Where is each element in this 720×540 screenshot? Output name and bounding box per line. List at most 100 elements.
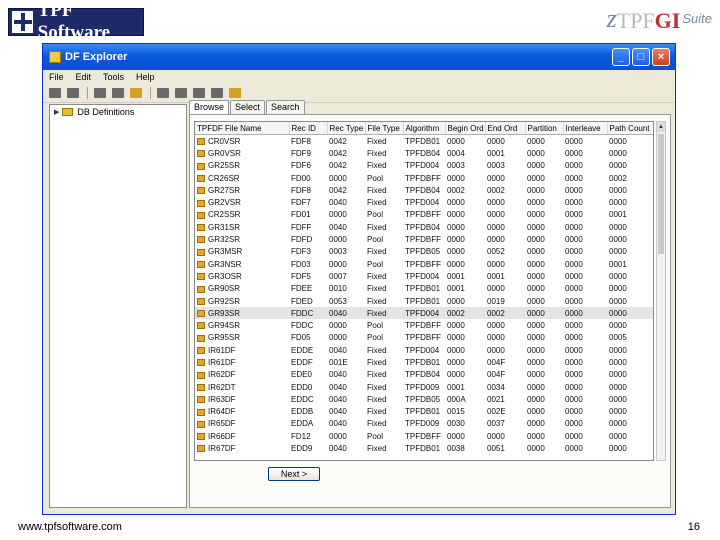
- table-cell: 0000: [565, 148, 583, 158]
- table-row[interactable]: GR25SR FDF6 0042 Fixed TPFD004 0003 0003 0000 00…: [195, 160, 653, 172]
- table-row[interactable]: GR32SR FDFD 0000 Pool TPFDBFF 0000 0000 0000 000…: [195, 233, 653, 245]
- table-cell: TPFDB04: [405, 185, 441, 195]
- cut-icon[interactable]: [112, 88, 124, 98]
- export-icon[interactable]: [157, 88, 169, 98]
- table-cell: 0000: [609, 148, 627, 158]
- table-row[interactable]: IR67DF EDD9 0040 Fixed TPFDB01 0038 0051 0000 00…: [195, 442, 653, 454]
- file-icon: [197, 396, 205, 404]
- table-cell: 0042: [329, 185, 347, 195]
- copy-icon[interactable]: [130, 88, 142, 98]
- col-begin-ord[interactable]: Begin Ord: [445, 122, 486, 135]
- tree-item-db-definitions[interactable]: ▶ DB Definitions: [50, 105, 186, 119]
- table-row[interactable]: IR63DF EDDC 0040 Fixed TPFDB05 000A 0021 0000 00…: [195, 393, 653, 405]
- scroll-thumb[interactable]: [658, 134, 664, 254]
- scroll-up-icon[interactable]: ▲: [657, 122, 665, 132]
- file-name-text: CR26SR: [208, 173, 240, 183]
- table-cell: Fixed: [367, 222, 387, 232]
- refresh-icon[interactable]: [193, 88, 205, 98]
- table-cell: FDDC: [289, 307, 327, 320]
- table-row[interactable]: IR61DF EDDF 001E Fixed TPFDB01 0000 004F 0000 00…: [195, 356, 653, 368]
- menu-edit[interactable]: Edit: [76, 72, 92, 82]
- table-cell: EDDE: [291, 345, 314, 355]
- table-cell: TPFDB01: [405, 284, 441, 294]
- play-icon[interactable]: [49, 88, 61, 98]
- col-path-count[interactable]: Path Count: [607, 122, 653, 135]
- file-name-text: GR0VSR: [208, 148, 241, 158]
- table-cell: 0000: [527, 382, 545, 392]
- table-cell: 0040: [329, 222, 347, 232]
- table-cell: 0040: [329, 444, 347, 454]
- tab-search[interactable]: Search: [266, 100, 305, 114]
- table-row[interactable]: CR2SSR FD01 0000 Pool TPFDBFF 0000 0000 0000 000…: [195, 209, 653, 221]
- table-row[interactable]: CR26SR FD00 0000 Pool TPFDBFF 0000 0000 0000 000…: [195, 172, 653, 184]
- table-cell: 0000: [527, 198, 545, 208]
- logo-left-text: TPF Software: [37, 0, 111, 43]
- table-row[interactable]: GR93SR FDDC 0040 Fixed TPFD004 0002 0002 0000 00…: [195, 307, 653, 320]
- vertical-scrollbar[interactable]: ▲: [656, 121, 666, 461]
- table-row[interactable]: GR3MSR FDF3 0003 Fixed TPFDB05 0000 0052 0000 00…: [195, 246, 653, 258]
- table-row[interactable]: GR3OSR FDF5 0007 Fixed TPFD004 0001 0001 0000 00…: [195, 270, 653, 282]
- table-row[interactable]: GR95SR FD05 0000 Pool TPFDBFF 0000 0000 0000 000…: [195, 332, 653, 344]
- table-row[interactable]: GR2VSR FDF7 0040 Fixed TPFD004 0000 0000 0000 00…: [195, 196, 653, 208]
- table-cell: Pool: [367, 173, 384, 183]
- table-row[interactable]: GR27SR FDF8 0042 Fixed TPFDB04 0002 0002 0000 00…: [195, 184, 653, 196]
- file-name-text: IR67DF: [208, 444, 236, 454]
- table-cell: 0000: [609, 382, 627, 392]
- table-row[interactable]: IR66DF FD12 0000 Pool TPFDBFF 0000 0000 0000 000…: [195, 430, 653, 442]
- table-row[interactable]: GR3NSR FD03 0000 Pool TPFDBFF 0000 0000 0000 000…: [195, 258, 653, 270]
- table-row[interactable]: IR64DF EDDB 0040 Fixed TPFDB01 0015 002E 0000 00…: [195, 406, 653, 418]
- table-cell: TPFDBFF: [405, 333, 441, 343]
- col-partition[interactable]: Partition: [525, 122, 564, 135]
- table-cell: 0000: [447, 345, 465, 355]
- table-cell: 0002: [445, 307, 485, 320]
- table-row[interactable]: GR90SR FDEE 0010 Fixed TPFDB01 0001 0000 0000 00…: [195, 283, 653, 295]
- close-button[interactable]: ×: [652, 48, 670, 66]
- table-row[interactable]: IR62DF EDE0 0040 Fixed TPFDB04 0000 004F 0000 00…: [195, 369, 653, 381]
- col-end-ord[interactable]: End Ord: [485, 122, 526, 135]
- file-name-cell: GR92SR: [195, 295, 289, 307]
- maximize-button[interactable]: □: [632, 48, 650, 66]
- find-icon[interactable]: [94, 88, 106, 98]
- paste-icon[interactable]: [211, 88, 223, 98]
- table-row[interactable]: GR92SR FDED 0053 Fixed TPFDB01 0000 0019 0000 00…: [195, 295, 653, 307]
- table-row[interactable]: GR94SR FDDC 0000 Pool TPFDBFF 0000 0000 0000 000…: [195, 319, 653, 331]
- file-icon: [197, 261, 205, 268]
- table-row[interactable]: IR61DF EDDE 0040 Fixed TPFD004 0000 0000 0000 00…: [195, 344, 653, 356]
- col-file-name[interactable]: TPFDF File Name: [195, 122, 290, 135]
- toolbar-separator: [150, 87, 151, 99]
- table-row[interactable]: CR0VSR FDF8 0042 Fixed TPFDB01 0000 0000 0000 00…: [195, 135, 653, 148]
- col-rec-id[interactable]: Rec ID: [289, 122, 328, 135]
- table-cell: TPFD009: [405, 419, 440, 429]
- col-algorithm[interactable]: Algorithm: [403, 122, 446, 135]
- title-bar[interactable]: DF Explorer _ □ ×: [43, 44, 675, 70]
- minimize-button[interactable]: _: [612, 48, 630, 66]
- table-cell: 0000: [609, 161, 627, 171]
- table-cell: 0000: [487, 321, 505, 331]
- pause-icon[interactable]: [67, 88, 79, 98]
- delete-icon[interactable]: [175, 88, 187, 98]
- menu-file[interactable]: File: [49, 72, 64, 82]
- col-file-type[interactable]: File Type: [365, 122, 404, 135]
- table-cell: Fixed: [367, 357, 387, 367]
- tab-select[interactable]: Select: [230, 100, 266, 114]
- expand-icon[interactable]: ▶: [54, 108, 59, 116]
- file-name-cell: GR93SR: [195, 307, 289, 320]
- col-interleave[interactable]: Interleave: [563, 122, 608, 135]
- next-button[interactable]: Next >: [268, 467, 320, 481]
- col-rec-type[interactable]: Rec Type: [327, 122, 366, 135]
- table-row[interactable]: IR62DT EDD0 0040 Fixed TPFD009 0001 0034 0000 00…: [195, 381, 653, 393]
- table-cell: 0000: [487, 222, 505, 232]
- table-cell: 0004: [447, 148, 465, 158]
- settings-icon[interactable]: [229, 88, 241, 98]
- file-icon: [197, 248, 205, 256]
- table-cell: 0037: [487, 419, 505, 429]
- menu-help[interactable]: Help: [136, 72, 155, 82]
- logo-tpf: TPF: [616, 8, 655, 33]
- table-row[interactable]: GR31SR FDFF 0040 Fixed TPFDB04 0000 0000 0000 00…: [195, 221, 653, 233]
- tab-browse[interactable]: Browse: [189, 100, 230, 114]
- menu-tools[interactable]: Tools: [103, 72, 124, 82]
- table-row[interactable]: GR0VSR FDF9 0042 Fixed TPFDB04 0004 0001 0000 00…: [195, 147, 653, 159]
- file-name-text: GR3NSR: [208, 259, 242, 269]
- table-row[interactable]: IR65DF EDDA 0040 Fixed TPFD009 0030 0037 0000 00…: [195, 418, 653, 430]
- table-cell: 0000: [609, 321, 627, 331]
